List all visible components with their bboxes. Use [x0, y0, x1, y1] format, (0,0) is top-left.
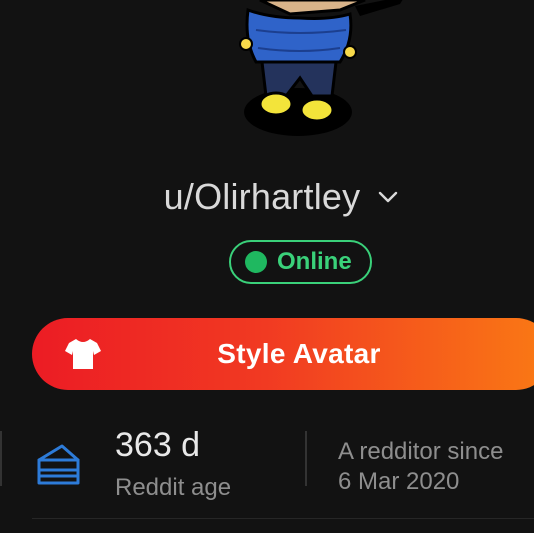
style-avatar-button[interactable]: Style Avatar [32, 318, 534, 390]
online-status-badge: Online [229, 240, 372, 284]
chevron-down-icon[interactable] [376, 185, 400, 209]
redditor-since-date: 6 Mar 2020 [338, 468, 460, 495]
reddit-age-value: 363 d [115, 426, 201, 464]
stats-divider [305, 431, 307, 486]
online-dot-icon [245, 251, 267, 273]
username: u/Olirhartley [163, 176, 361, 217]
redditor-since-label: A redditor since [338, 438, 504, 465]
divider [32, 518, 534, 519]
status-label: Online [277, 248, 352, 275]
style-avatar-label: Style Avatar [217, 338, 381, 369]
cake-icon [37, 444, 80, 485]
reddit-age-label: Reddit age [115, 474, 232, 501]
avatar[interactable] [190, 0, 430, 150]
username-row[interactable]: u/Olirhartley [0, 176, 534, 218]
divider [0, 431, 2, 486]
